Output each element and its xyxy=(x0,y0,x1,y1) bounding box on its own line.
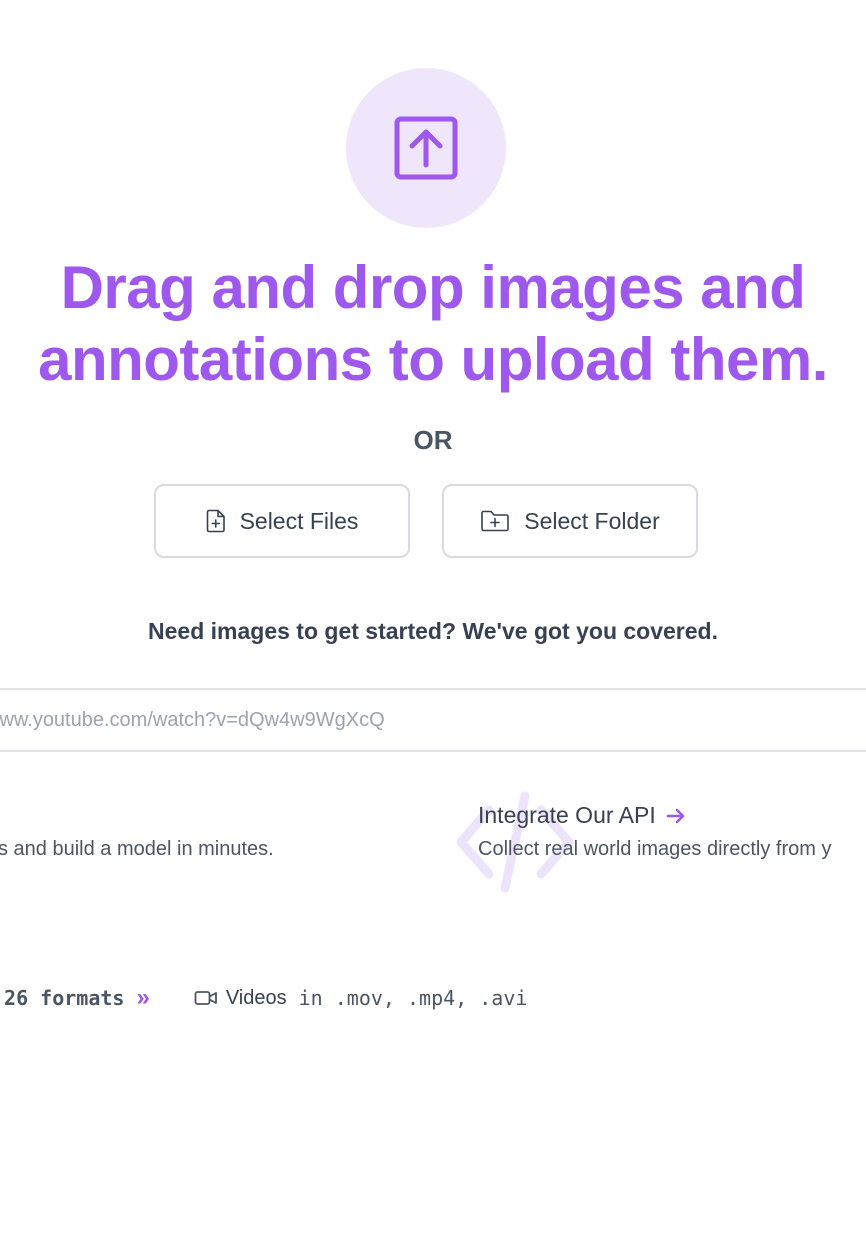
video-camera-icon xyxy=(194,991,217,1005)
upload-arrow-box-icon xyxy=(394,116,458,180)
file-plus-icon xyxy=(206,509,225,533)
select-files-label: Select Files xyxy=(239,507,359,534)
integrate-api-link[interactable]: Integrate Our API xyxy=(478,802,686,829)
arrow-right-icon xyxy=(666,808,685,823)
integrate-api-title: Integrate Our API xyxy=(478,802,656,828)
select-folder-button[interactable]: Select Folder xyxy=(442,484,698,558)
folder-plus-icon xyxy=(481,510,510,532)
upload-drop-badge xyxy=(346,68,506,228)
formats-link[interactable]: 26 formats xyxy=(4,986,124,1010)
need-images-prompt: Need images to get started? We've got yo… xyxy=(148,618,718,644)
headline-line-1: Drag and drop images and xyxy=(60,254,806,321)
drag-drop-headline: Drag and drop images and annotations to u… xyxy=(0,252,866,396)
supported-formats-row: n 26 formats » Videos in .mov, .mp4, .av… xyxy=(0,984,527,1012)
headline-line-2: annotations to upload them. xyxy=(38,326,828,393)
videos-extensions: in .mov, .mp4, .avi xyxy=(298,986,528,1010)
upload-page: Drag and drop images and annotations to u… xyxy=(0,0,866,1260)
integrate-api-desc: Collect real world images directly from … xyxy=(478,838,832,860)
or-separator: OR xyxy=(413,425,453,455)
url-import-bar xyxy=(0,688,866,752)
select-folder-label: Select Folder xyxy=(524,507,660,534)
videos-label: Videos xyxy=(225,986,287,1009)
video-url-input[interactable] xyxy=(0,690,866,750)
select-files-button[interactable]: Select Files xyxy=(154,484,410,558)
sample-dataset-desc: s and build a model in minutes. xyxy=(0,838,274,860)
double-chevron-right-icon[interactable]: » xyxy=(136,984,149,1012)
